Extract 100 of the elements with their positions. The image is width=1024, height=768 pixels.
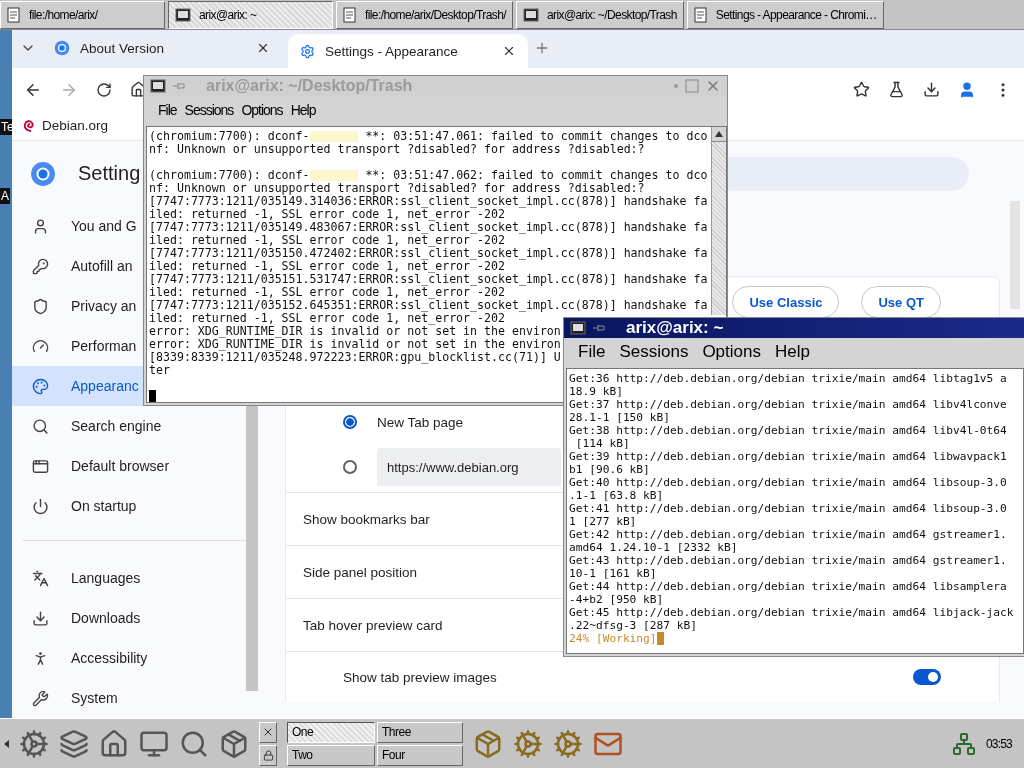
desktop-pager-button[interactable]: Two — [287, 744, 375, 766]
search-icon — [32, 417, 49, 435]
star-icon[interactable] — [853, 81, 870, 99]
terminal-text: 10-1 [161 kB] — [569, 567, 657, 580]
search-field[interactable] — [728, 156, 969, 191]
terminal-icon — [522, 8, 539, 22]
terminal-text: iled: returned -1, SSL error code 1, net_error -202 — [149, 286, 505, 299]
terminal-text: Get:45 http://deb.debian.org/debian trixie/main amd64 libjack-jack — [569, 606, 1014, 619]
terminal-text: Get:36 http://deb.debian.org/debian trixie/main amd64 libtag1v5 a — [569, 372, 1007, 385]
url-field[interactable]: https://www.debian.org — [377, 448, 561, 486]
scrollbar[interactable] — [711, 127, 726, 315]
sidebar-item[interactable]: System — [12, 678, 118, 718]
taskbar-button[interactable]: file:/home/arix/ — [0, 1, 165, 29]
browser-tab[interactable]: About Version — [42, 31, 282, 66]
menu-item[interactable]: Help — [290, 102, 316, 118]
network-icon[interactable] — [951, 731, 976, 756]
package-icon[interactable] — [219, 728, 249, 759]
desktop-pager-button[interactable]: Three — [377, 721, 463, 743]
setting-label: Show tab preview images — [343, 669, 497, 685]
document-icon — [693, 7, 708, 23]
lock-button[interactable] — [259, 744, 277, 766]
document-icon — [7, 7, 21, 23]
terminal-text: [7747:7773:1211/035152.645351:ERROR:ssl_client_socket_impl.cc(878)] handshake fa — [149, 299, 708, 312]
menu-item[interactable]: Help — [775, 342, 810, 362]
taskbar-button[interactable]: arix@arix: ~/Desktop/Trash — [515, 1, 684, 29]
sidebar-item[interactable]: Accessibility — [12, 638, 148, 678]
terminal-text: Get:37 http://deb.debian.org/debian trixie/main amd64 libv4lconve — [569, 398, 1007, 411]
desktop-pager-button[interactable]: One — [287, 721, 375, 743]
terminal-text: Get:39 http://deb.debian.org/debian trixie/main amd64 libwavpack1 — [569, 450, 1007, 463]
setting-label: Show bookmarks bar — [303, 511, 430, 527]
lock-icon — [262, 749, 274, 761]
theme-button[interactable]: Use QT — [861, 286, 941, 318]
terminal-text: (chromium:7700): dconf- — [149, 169, 310, 182]
sidebar-item[interactable]: Downloads — [12, 598, 141, 638]
taskbar-button[interactable]: file:/home/arix/Desktop/Trash/ — [336, 1, 513, 29]
terminal-text: error: XDG_RUNTIME_DIR is invalid or not set in the environ — [149, 338, 561, 351]
sidebar-item[interactable]: Privacy an — [12, 286, 137, 326]
setting-label: Tab hover preview card — [303, 617, 443, 633]
document-icon — [343, 7, 357, 23]
setting-label: Side panel position — [303, 564, 418, 580]
key-icon — [32, 257, 49, 275]
scrollbar[interactable] — [1010, 201, 1020, 309]
browser-tab[interactable]: Settings - Appearance — [288, 34, 528, 69]
sidebar-item[interactable]: Search engine — [12, 406, 162, 446]
left-arrow-icon[interactable] — [4, 739, 9, 748]
sidebar-item[interactable]: Performan — [12, 326, 137, 366]
terminal-text: 1 [277 kB] — [569, 515, 637, 528]
terminal-text: b1 [90.6 kB] — [569, 463, 650, 476]
terminal-text: iled: returned -1, SSL error code 1, net_error -202 — [149, 312, 505, 325]
terminal-text: iled: returned -1, SSL error code 1, net_error -202 — [149, 260, 505, 273]
sidebar-item[interactable]: Default browser — [12, 446, 170, 486]
terminal-text: .22~dfsg-3 [287 kB] — [569, 619, 697, 632]
profile-icon[interactable] — [958, 80, 976, 99]
theme-button[interactable]: Use Classic — [732, 286, 840, 318]
sidebar-item[interactable]: On startup — [12, 486, 137, 526]
redaction-mark — [309, 131, 359, 142]
terminal-text: [8339:8339:1211/035248.972223:ERROR:gpu_blocklist.cc(71)] U — [149, 351, 561, 364]
radio-label: New Tab page — [377, 414, 464, 430]
toggle-switch[interactable] — [913, 669, 941, 685]
terminal-text: Get:38 http://deb.debian.org/debian trixie/main amd64 libv4l-0t64 — [569, 424, 1007, 437]
clock: 03:53 — [985, 736, 1012, 751]
download-icon[interactable] — [923, 81, 940, 99]
flask-icon[interactable] — [888, 81, 905, 99]
text-cursor — [149, 390, 156, 402]
sidebar-item[interactable]: You and G — [12, 206, 137, 246]
terminal-icon — [150, 79, 166, 93]
menu-item[interactable]: Options — [702, 342, 761, 362]
gear-icon[interactable] — [513, 728, 543, 759]
reload-icon[interactable] — [96, 81, 112, 98]
taskbar-button[interactable]: arix@arix: ~ — [168, 1, 333, 29]
radio-button[interactable] — [343, 415, 357, 429]
browser-logo-icon — [54, 40, 70, 57]
terminal-text: Get:42 http://deb.debian.org/debian trixie/main amd64 gstreamer1. — [569, 528, 1007, 541]
package-icon[interactable] — [473, 728, 503, 759]
up-arrow-icon[interactable] — [715, 131, 723, 137]
gear-icon[interactable] — [19, 728, 49, 759]
menu-item[interactable]: Sessions — [184, 102, 234, 118]
gauge-icon — [32, 337, 49, 355]
desktop-pager-button[interactable]: Four — [377, 744, 463, 766]
windows-icon[interactable] — [59, 728, 89, 759]
terminal-text: .1-1 [63.8 kB] — [569, 489, 664, 502]
terminal-text: nf: Unknown or unsupported transport ?disabled? for address ?disabled:? — [149, 143, 645, 156]
terminal-text: 18.9 kB] — [569, 385, 623, 398]
sidebar-item[interactable]: Autofill an — [12, 246, 133, 286]
taskbar-button[interactable]: Settings - Appearance - Chromi… — [686, 1, 884, 29]
scrollbar-thumb[interactable] — [246, 406, 258, 691]
pin-icon[interactable] — [592, 323, 606, 333]
palette-icon — [32, 377, 49, 395]
radio-button[interactable] — [343, 460, 357, 474]
menu-item[interactable]: Options — [241, 102, 283, 118]
gear-icon[interactable] — [553, 728, 583, 759]
menu-item[interactable]: File — [578, 342, 606, 362]
terminal-text: 28.1-1 [150 kB] — [569, 411, 671, 424]
menu-item[interactable]: Sessions — [619, 342, 689, 362]
terminal-text: **: 03:51:47.062: failed to commit changes to dco — [364, 169, 708, 182]
sidebar-item[interactable]: Languages — [12, 558, 141, 598]
close-button[interactable] — [259, 721, 277, 743]
menu-item[interactable]: File — [158, 102, 177, 118]
terminal-text: [7747:7773:1211/035149.314036:ERROR:ssl_client_socket_impl.cc(878)] handshake fa — [149, 195, 708, 208]
bookmark-link[interactable]: Debian.org — [22, 117, 109, 134]
